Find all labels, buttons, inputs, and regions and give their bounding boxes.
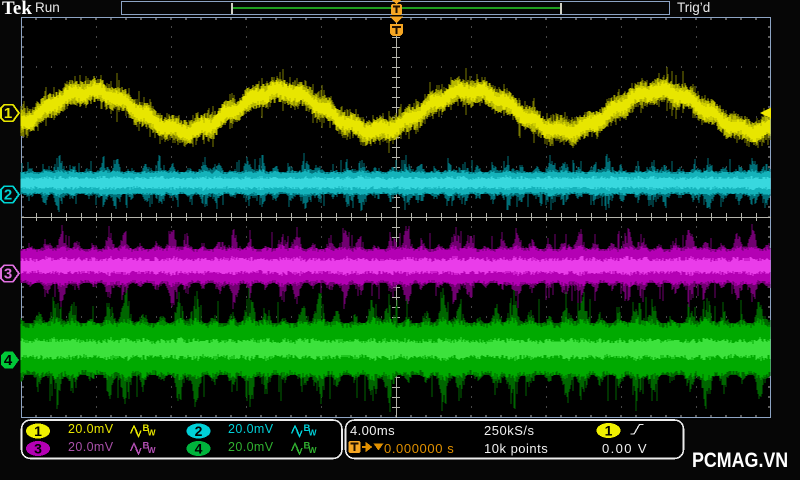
svg-text:2: 2 — [195, 423, 203, 439]
svg-text:3: 3 — [4, 266, 12, 283]
svg-text:1: 1 — [4, 105, 12, 122]
svg-text:3: 3 — [34, 441, 42, 457]
svg-text:W: W — [148, 428, 157, 438]
svg-text:W: W — [148, 445, 157, 455]
svg-text:W: W — [309, 428, 318, 438]
svg-text:W: W — [309, 445, 318, 455]
svg-text:1: 1 — [34, 423, 42, 439]
svg-text:4: 4 — [195, 441, 203, 457]
svg-text:1: 1 — [605, 423, 613, 439]
svg-text:2: 2 — [4, 187, 12, 204]
svg-text:4: 4 — [4, 352, 13, 369]
